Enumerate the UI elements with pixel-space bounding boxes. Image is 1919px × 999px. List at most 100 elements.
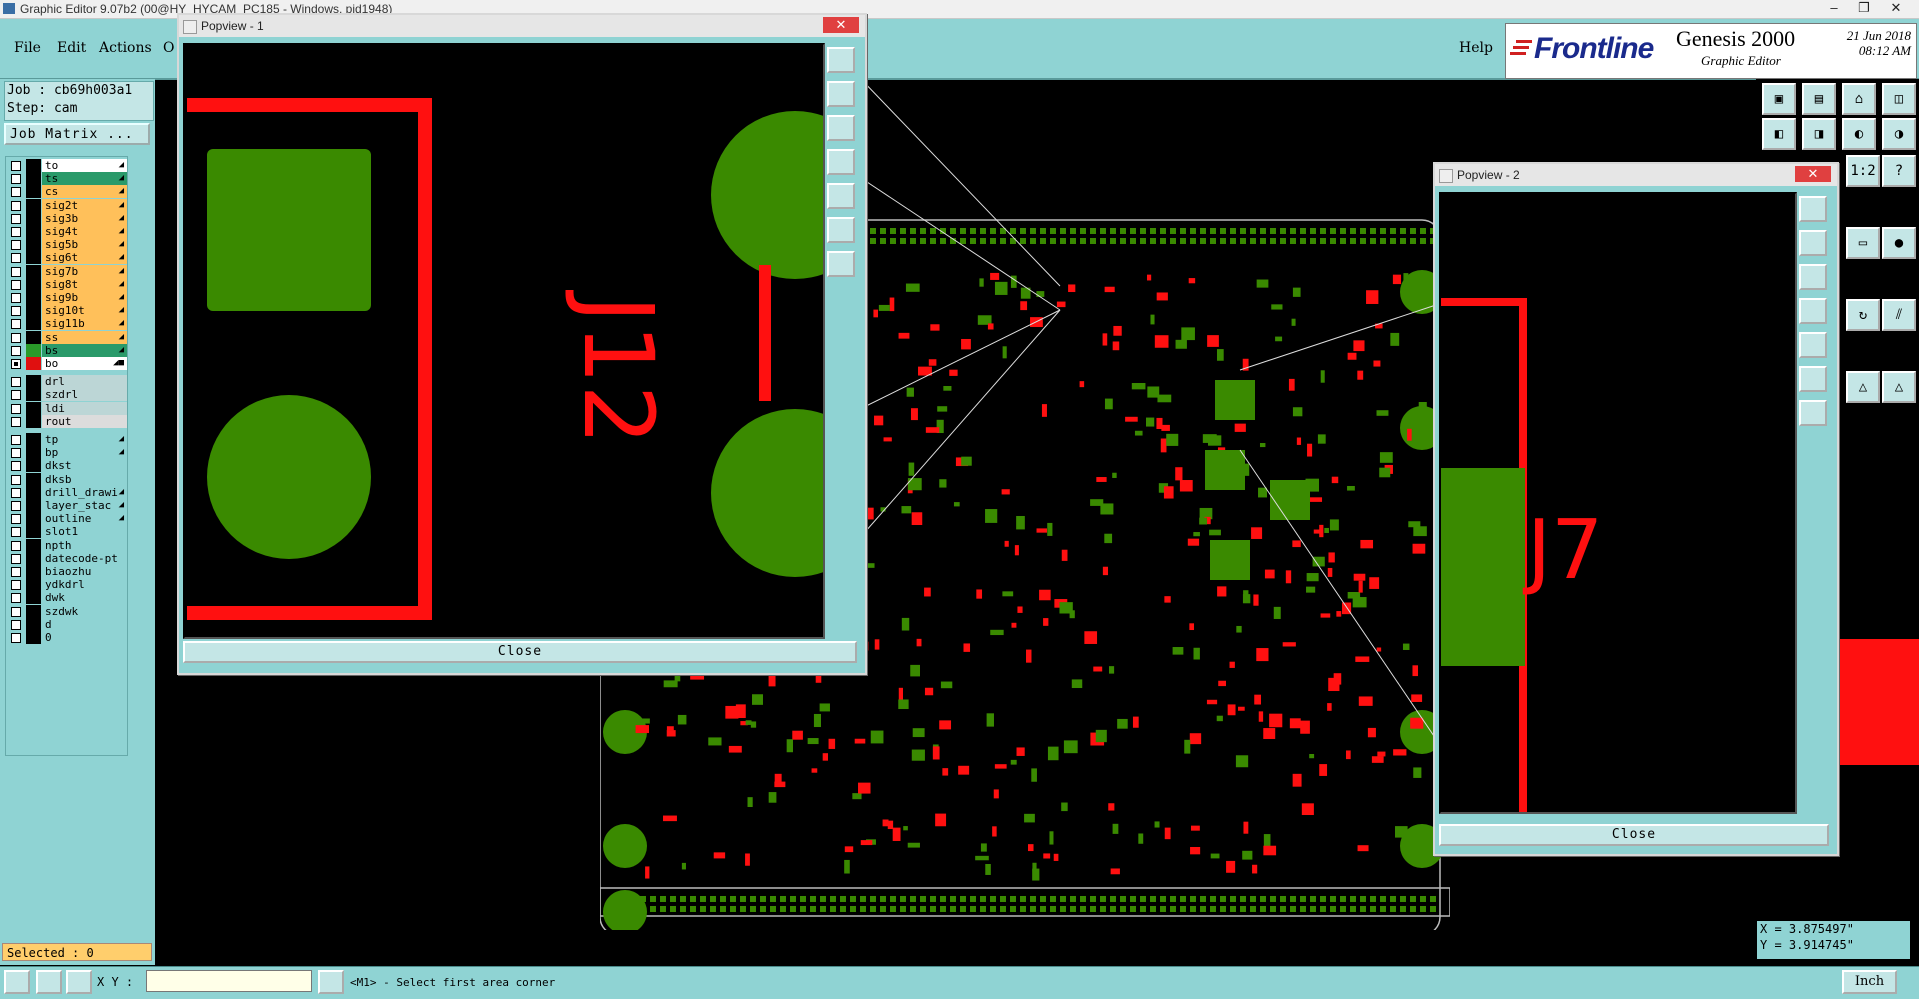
layer-row[interactable]: drl: [6, 375, 127, 389]
layer-color-swatch[interactable]: [26, 591, 41, 605]
layer-name[interactable]: ss ◢: [42, 330, 127, 344]
layer-checkbox[interactable]: [11, 580, 21, 591]
layer-name[interactable]: sig3b ◢: [42, 211, 127, 225]
layer-color-swatch[interactable]: [26, 304, 41, 318]
layer-checkbox[interactable]: [11, 279, 21, 290]
layer-color-swatch[interactable]: [26, 159, 41, 172]
layer-color-swatch[interactable]: [26, 512, 41, 526]
layer-checkbox[interactable]: [11, 619, 21, 630]
xy-input[interactable]: [146, 970, 312, 992]
layer-menu-icon[interactable]: ◢: [119, 512, 124, 525]
layer-name[interactable]: sig10t ◢: [42, 304, 127, 318]
pv1-tool-fit-icon[interactable]: [827, 217, 855, 243]
text-icon[interactable]: △: [1846, 371, 1880, 403]
layer-row[interactable]: dkst: [6, 459, 127, 473]
layer-color-swatch[interactable]: [26, 388, 41, 402]
layer-row[interactable]: sig7b ◢: [6, 264, 127, 279]
ruler-icon[interactable]: ▭: [1846, 227, 1880, 259]
import-icon[interactable]: ◧: [1762, 118, 1796, 150]
menu-options[interactable]: O: [163, 40, 174, 56]
layer-checkbox[interactable]: [11, 161, 21, 171]
layer-row[interactable]: outline ◢: [6, 512, 127, 526]
layer-checkbox[interactable]: [11, 293, 21, 303]
layer-row[interactable]: to ◢: [6, 159, 127, 173]
layer-checkbox[interactable]: [11, 606, 21, 617]
layer-checkbox[interactable]: [11, 377, 21, 388]
layer-color-swatch[interactable]: [26, 525, 41, 539]
layer-color-swatch[interactable]: [26, 565, 41, 578]
layer-menu-icon[interactable]: ◢: [119, 499, 124, 512]
layer-checkbox[interactable]: [11, 213, 21, 224]
layer-checkbox[interactable]: [11, 345, 21, 356]
layer-checkbox[interactable]: [11, 187, 21, 198]
layer-name[interactable]: sig2t ◢: [42, 198, 127, 212]
layer-color-swatch[interactable]: [26, 172, 41, 186]
layer-row[interactable]: sig6t ◢: [6, 251, 127, 265]
layer-row[interactable]: ldi: [6, 401, 127, 416]
layer-name[interactable]: slot1: [42, 525, 127, 539]
layer-color-swatch[interactable]: [26, 238, 41, 252]
layer-checkbox[interactable]: [11, 240, 21, 251]
layer-menu-icon[interactable]: ◢: [119, 446, 124, 459]
menu-edit[interactable]: Edit: [57, 40, 86, 56]
layer-color-swatch[interactable]: [26, 459, 41, 473]
layer-checkbox[interactable]: [11, 461, 21, 472]
grid-icon[interactable]: [66, 970, 92, 994]
layer-checkbox[interactable]: [11, 553, 21, 564]
layer-color-swatch[interactable]: [26, 446, 41, 460]
pv2-tool-pan-right-icon[interactable]: [1799, 332, 1827, 358]
layer-color-swatch[interactable]: [26, 211, 41, 225]
layer-color-swatch[interactable]: [26, 330, 41, 344]
layer-color-swatch[interactable]: [26, 551, 41, 565]
layer-name[interactable]: ts ◢: [42, 172, 127, 186]
layer-name[interactable]: rout: [42, 414, 127, 428]
popview-1-canvas[interactable]: J12: [183, 43, 825, 639]
layer-name[interactable]: sig9b ◢: [42, 291, 127, 304]
layer-row[interactable]: d: [6, 617, 127, 632]
layer-name[interactable]: layer_stac ◢: [42, 499, 127, 512]
layer-name[interactable]: sig8t ◢: [42, 277, 127, 291]
measure-icon[interactable]: [36, 970, 62, 994]
layer-name[interactable]: sig6t ◢: [42, 251, 127, 265]
layer-checkbox[interactable]: [11, 514, 21, 525]
job-matrix-button[interactable]: Job Matrix ...: [4, 123, 150, 145]
layer-checkbox[interactable]: [11, 501, 21, 511]
layer-name[interactable]: outline ◢: [42, 512, 127, 526]
fill-icon[interactable]: ⫽: [1882, 299, 1916, 331]
pv1-tool-pan-right-icon[interactable]: [827, 183, 855, 209]
layer-row[interactable]: sig5b ◢: [6, 238, 127, 252]
layer-checkbox[interactable]: [11, 403, 21, 414]
layer-menu-icon[interactable]: ◢: [119, 304, 124, 317]
layer-checkbox[interactable]: [11, 253, 21, 264]
layer-row[interactable]: szdrl: [6, 388, 127, 402]
layer-name[interactable]: biaozhu: [42, 565, 127, 578]
layer-menu-icon[interactable]: ◢: [119, 317, 124, 330]
layer-menu-icon[interactable]: ◢: [119, 291, 124, 304]
layer-menu-icon[interactable]: ◢: [119, 331, 124, 344]
layer-row[interactable]: drill_drawi ◢: [6, 485, 127, 500]
layer-row[interactable]: layer_stac ◢: [6, 499, 127, 513]
layer-menu-icon[interactable]: ◢: [119, 486, 124, 499]
pv2-tool-zoom-fit-icon[interactable]: [1799, 400, 1827, 426]
layer-menu-icon[interactable]: ◢: [119, 251, 124, 264]
layer-menu-icon[interactable]: ◢: [119, 185, 124, 198]
layer-checkbox[interactable]: [11, 567, 21, 577]
layer-color-swatch[interactable]: [26, 343, 41, 357]
layer-row[interactable]: biaozhu: [6, 565, 127, 579]
layer-row[interactable]: ss ◢: [6, 330, 127, 345]
close-window-button[interactable]: ✕: [1882, 0, 1910, 18]
layer-row[interactable]: sig9b ◢: [6, 291, 127, 305]
layer-menu-icon[interactable]: ◢■: [113, 357, 124, 370]
layer-color-swatch[interactable]: [26, 617, 41, 631]
pv2-tool-fit-icon[interactable]: [1799, 366, 1827, 392]
layer-menu-icon[interactable]: ◢: [119, 433, 124, 446]
layer-checkbox[interactable]: [11, 474, 21, 485]
layer-checkbox[interactable]: [11, 390, 21, 401]
layer-color-swatch[interactable]: [26, 291, 41, 304]
layer-name[interactable]: bs ◢: [42, 343, 127, 357]
layer-row[interactable]: dksb: [6, 472, 127, 487]
minimize-button[interactable]: –: [1820, 0, 1848, 18]
layer-row[interactable]: ts ◢: [6, 172, 127, 186]
layer-checkbox[interactable]: [11, 633, 21, 643]
help-icon[interactable]: ?: [1882, 155, 1916, 187]
